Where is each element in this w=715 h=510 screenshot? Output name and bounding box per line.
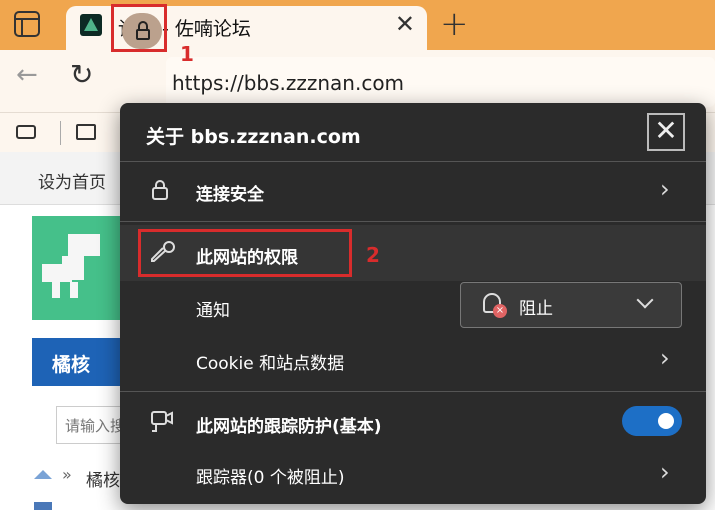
dino-image <box>38 234 102 300</box>
chevron-down-icon <box>636 291 654 309</box>
tracking-camera-icon <box>151 411 173 432</box>
search-placeholder: 请输入搜 <box>65 417 126 435</box>
chevron-right-icon: › <box>660 344 670 372</box>
tracking-label: 此网站的跟踪防护(基本) <box>196 417 382 437</box>
chevron-right-icon: › <box>660 458 670 486</box>
tracking-toggle[interactable] <box>622 406 682 436</box>
tab-close-icon[interactable]: ✕ <box>395 10 415 38</box>
tab-bar: 论坛 - 佐喃论坛 ✕ + <box>0 0 715 50</box>
divider <box>120 161 706 162</box>
site-favicon-icon <box>80 14 102 36</box>
annotation-box-1 <box>111 4 167 52</box>
reload-button[interactable]: ↻ <box>70 58 93 91</box>
divider <box>120 221 706 222</box>
site-logo[interactable] <box>32 216 132 320</box>
new-tab-button[interactable]: + <box>440 4 469 44</box>
favorites-divider <box>60 121 61 145</box>
toggle-knob <box>658 413 674 429</box>
cookies-label: Cookie 和站点数据 <box>196 354 345 374</box>
nav-tab-label: 橘核 <box>52 354 91 376</box>
site-info-popup: 关于 bbs.zzznan.com ✕ 连接安全 › 此网站的权限 2 通知 ×… <box>120 103 706 504</box>
tab-actions-icon[interactable] <box>14 11 40 37</box>
notifications-label: 通知 <box>196 301 230 321</box>
blocked-icon: × <box>493 304 507 318</box>
set-home-link[interactable]: 设为首页 <box>38 168 106 193</box>
nav-tab-home[interactable]: 橘核 <box>32 338 132 386</box>
breadcrumb[interactable]: 橘核 <box>86 466 120 491</box>
lock-icon <box>152 180 168 200</box>
chevron-right-icon: › <box>660 175 670 203</box>
connection-label: 连接安全 <box>196 185 264 205</box>
divider <box>120 391 706 392</box>
list-item-marker <box>34 502 52 510</box>
notifications-select[interactable]: × 阻止 <box>460 282 682 328</box>
notifications-value: 阻止 <box>519 299 553 319</box>
folder-icon[interactable] <box>76 124 96 140</box>
close-icon[interactable]: ✕ <box>647 113 685 151</box>
annotation-box-2 <box>138 229 352 277</box>
url-text[interactable]: https://bbs.zzznan.com <box>172 71 404 95</box>
annotation-number-1: 1 <box>180 42 194 66</box>
back-button[interactable]: ← <box>16 60 38 90</box>
annotation-number-2: 2 <box>366 243 380 267</box>
collections-icon[interactable] <box>16 125 36 139</box>
trackers-label: 跟踪器(0 个被阻止) <box>196 468 345 488</box>
popup-title: 关于 bbs.zzznan.com <box>146 126 361 148</box>
home-icon[interactable] <box>34 470 52 479</box>
breadcrumb-separator: » <box>62 465 72 484</box>
